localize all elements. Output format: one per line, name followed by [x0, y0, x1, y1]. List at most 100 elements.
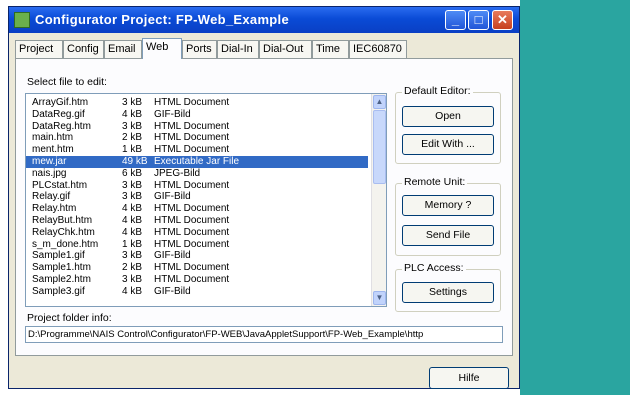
tab-time[interactable]: Time: [312, 40, 349, 58]
list-item[interactable]: ArrayGif.htm 3 kB HTML Document: [26, 97, 368, 109]
list-item[interactable]: DataReg.htm 3 kB HTML Document: [26, 121, 368, 133]
list-item[interactable]: Sample1.gif 3 kB GIF-Bild: [26, 250, 368, 262]
file-listbox[interactable]: ArrayGif.htm 3 kB HTML Document DataReg.…: [25, 93, 387, 307]
minimize-button[interactable]: _: [445, 10, 466, 30]
file-type: GIF-Bild: [154, 191, 191, 203]
tab-ports[interactable]: Ports: [182, 40, 217, 58]
file-size: 3 kB: [122, 97, 143, 108]
file-name: RelayBut.htm: [32, 215, 93, 226]
file-size: 4 kB: [122, 285, 143, 297]
edit-with-button[interactable]: Edit With ...: [402, 134, 494, 155]
file-name: main.htm: [32, 132, 74, 144]
title-bar[interactable]: Configurator Project: FP-Web_Example _ □…: [9, 7, 519, 33]
default-editor-group: Default Editor: Open Edit With ...: [395, 85, 501, 164]
tab-dial-in[interactable]: Dial-In: [217, 40, 259, 58]
list-item[interactable]: nais.jpg 6 kB JPEG-Bild: [26, 168, 368, 180]
list-item[interactable]: Relay.gif 3 kB GIF-Bild: [26, 191, 368, 203]
file-name: Sample1.htm: [32, 262, 91, 274]
file-size: 2 kB: [122, 132, 143, 144]
file-type: HTML Document: [154, 203, 230, 215]
scroll-up-arrow-icon[interactable]: ▲: [373, 95, 386, 109]
file-type: HTML Document: [154, 238, 230, 250]
file-name: s_m_done.htm: [32, 238, 99, 250]
scroll-down-arrow-icon[interactable]: ▼: [373, 291, 386, 305]
file-size: 6 kB: [122, 167, 143, 179]
file-name: ment.htm: [32, 144, 74, 156]
default-editor-title: Default Editor:: [402, 85, 473, 97]
window-title: Configurator Project: FP-Web_Example: [35, 12, 289, 27]
memory-button[interactable]: Memory ?: [402, 195, 494, 216]
list-item[interactable]: Sample1.htm 2 kB HTML Document: [26, 262, 368, 274]
file-size: 2 kB: [122, 262, 143, 274]
file-size: 3 kB: [122, 274, 143, 285]
list-item[interactable]: ment.htm 1 kB HTML Document: [26, 144, 368, 156]
file-name: Relay.htm: [32, 203, 77, 215]
list-item[interactable]: Relay.htm 4 kB HTML Document: [26, 203, 368, 215]
file-type: HTML Document: [154, 215, 230, 226]
project-folder-label: Project folder info:: [27, 312, 112, 324]
list-item[interactable]: main.htm 2 kB HTML Document: [26, 132, 368, 144]
file-size: 3 kB: [122, 179, 143, 191]
file-type: HTML Document: [154, 274, 230, 285]
list-item[interactable]: s_m_done.htm 1 kB HTML Document: [26, 239, 368, 251]
file-name: ArrayGif.htm: [32, 97, 89, 108]
list-item[interactable]: DataReg.gif 4 kB GIF-Bild: [26, 109, 368, 121]
settings-button[interactable]: Settings: [402, 282, 494, 303]
send-file-button[interactable]: Send File: [402, 225, 494, 246]
file-name: DataReg.gif: [32, 108, 85, 120]
plc-access-title: PLC Access:: [402, 262, 466, 274]
project-folder-path-field[interactable]: D:\Programme\NAIS Control\Configurator\F…: [25, 326, 503, 343]
file-name: mew.jar: [32, 156, 67, 167]
remote-unit-title: Remote Unit:: [402, 176, 468, 188]
file-type: GIF-Bild: [154, 108, 191, 120]
file-size: 49 kB: [122, 156, 148, 167]
list-item[interactable]: Sample2.htm 3 kB HTML Document: [26, 274, 368, 286]
file-size: 1 kB: [122, 144, 143, 156]
tab-web[interactable]: Web: [142, 38, 182, 59]
file-size: 1 kB: [122, 238, 143, 250]
tab-email[interactable]: Email: [104, 40, 142, 58]
list-scrollbar[interactable]: ▲ ▼: [371, 94, 386, 306]
file-size: 4 kB: [122, 203, 143, 215]
file-type: JPEG-Bild: [154, 167, 201, 179]
file-size: 4 kB: [122, 226, 143, 238]
list-item-selected[interactable]: mew.jar 49 kB Executable Jar File: [26, 156, 368, 168]
file-type: HTML Document: [154, 97, 230, 108]
app-icon: [14, 12, 30, 28]
tab-iec60870[interactable]: IEC60870: [349, 40, 407, 58]
file-name: Sample3.gif: [32, 285, 85, 297]
file-name: nais.jpg: [32, 167, 67, 179]
file-name: Relay.gif: [32, 191, 71, 203]
remote-unit-group: Remote Unit: Memory ? Send File: [395, 176, 501, 256]
list-item[interactable]: Sample3.gif 4 kB GIF-Bild: [26, 286, 368, 298]
file-size: 3 kB: [122, 120, 143, 132]
file-size: 3 kB: [122, 250, 143, 262]
file-size: 4 kB: [122, 215, 143, 226]
maximize-button[interactable]: □: [468, 10, 489, 30]
tab-project[interactable]: Project: [15, 40, 63, 58]
file-type: HTML Document: [154, 262, 230, 274]
file-name: DataReg.htm: [32, 120, 91, 132]
file-size: 3 kB: [122, 191, 143, 203]
tab-dial-out[interactable]: Dial-Out: [259, 40, 312, 58]
file-type: HTML Document: [154, 226, 230, 238]
teal-side-panel: [520, 0, 630, 395]
configurator-window: Configurator Project: FP-Web_Example _ □…: [8, 6, 520, 389]
file-name: RelayChk.htm: [32, 226, 95, 238]
close-button[interactable]: ✕: [492, 10, 513, 30]
list-item[interactable]: PLCstat.htm 3 kB HTML Document: [26, 180, 368, 192]
file-type: HTML Document: [154, 179, 230, 191]
file-name: PLCstat.htm: [32, 179, 88, 191]
list-item[interactable]: RelayChk.htm 4 kB HTML Document: [26, 227, 368, 239]
scroll-thumb[interactable]: [373, 110, 386, 184]
list-item[interactable]: RelayBut.htm 4 kB HTML Document: [26, 215, 368, 227]
tab-config[interactable]: Config: [63, 40, 104, 58]
help-button[interactable]: Hilfe: [429, 367, 509, 389]
file-type: HTML Document: [154, 132, 230, 144]
open-button[interactable]: Open: [402, 106, 494, 127]
file-type: HTML Document: [154, 144, 230, 156]
file-name: Sample1.gif: [32, 250, 85, 262]
file-type: Executable Jar File: [154, 156, 240, 167]
file-size: 4 kB: [122, 108, 143, 120]
file-type: GIF-Bild: [154, 285, 191, 297]
